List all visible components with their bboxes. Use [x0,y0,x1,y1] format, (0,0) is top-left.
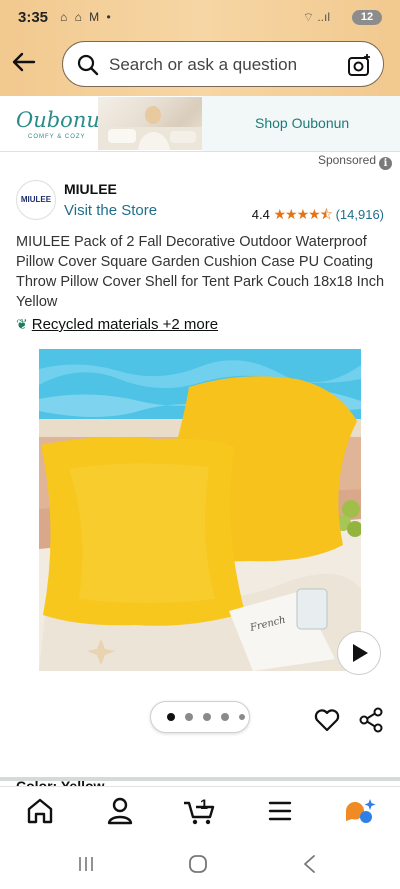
notification-icons: ⌂ ⌂ M • [60,10,113,24]
banner-photo [98,97,202,150]
recent-apps-icon[interactable] [76,854,96,879]
play-video-button[interactable] [337,631,381,675]
cart-icon[interactable]: 1 [180,795,220,827]
product-title: MIULEE Pack of 2 Fall Decorative Outdoor… [16,234,385,310]
carousel-dot[interactable] [239,714,245,720]
shop-brand-label: Shop Oubonun [255,115,350,131]
menu-icon[interactable] [260,795,300,827]
product-image[interactable]: French [39,349,361,671]
info-icon: i [379,157,392,170]
carousel-dot[interactable] [185,713,193,721]
leaf-icon: ❦ [16,316,28,332]
search-input[interactable]: Search or ask a question [109,55,297,75]
status-bar: 3:35 ⌂ ⌂ M • ⌔ ..ıl 12 [0,0,400,36]
rating-stars-icon: ★★★★⯪ [273,206,332,222]
battery-icon: 12 [352,10,382,25]
play-icon [353,644,368,662]
system-nav-bar [0,840,400,889]
rufus-ai-icon[interactable] [340,795,380,827]
store-logo[interactable]: MIULEE [16,180,56,220]
carousel-dot[interactable] [203,713,211,721]
rating[interactable]: 4.4 ★★★★⯪ (14,916) [252,204,384,228]
bottom-nav: 1 [0,786,400,837]
search-bar[interactable]: Search or ask a question [62,41,384,87]
back-arrow-icon[interactable] [10,48,38,76]
shop-brand-button[interactable]: Shop Oubonun [202,96,400,151]
visit-store-link[interactable]: Visit the Store [64,202,157,219]
sponsored-banner[interactable]: Oubonun COMFY & COZY Shop Oubonun [0,96,400,152]
search-icon [77,54,99,76]
sponsored-label[interactable]: Sponsored i [318,153,392,170]
rating-value: 4.4 [251,207,270,222]
signal-icon: ⌔ ..ıl [302,10,330,24]
status-time: 3:35 [18,9,49,26]
home-icon[interactable] [20,795,60,827]
carousel-dot[interactable] [221,713,229,721]
cart-count: 1 [200,796,208,812]
carousel-dot[interactable] [167,713,175,721]
share-icon[interactable] [358,707,384,738]
image-carousel-indicator[interactable] [150,701,250,733]
brand-name: MIULEE [64,181,117,197]
brand-tagline: COMFY & COZY [28,134,86,140]
home-button-icon[interactable] [187,853,209,880]
sustainability-link[interactable]: Recycled materials +2 more [32,316,218,333]
heart-icon[interactable] [314,708,340,737]
camera-lens-icon[interactable] [347,53,373,77]
account-icon[interactable] [100,795,140,827]
rating-count[interactable]: (14,916) [336,207,384,222]
system-back-icon[interactable] [300,853,320,880]
sustainability-badge[interactable]: ❦ Recycled materials +2 more [16,316,218,333]
header: 3:35 ⌂ ⌂ M • ⌔ ..ıl 12 Search or ask a q… [0,0,400,96]
